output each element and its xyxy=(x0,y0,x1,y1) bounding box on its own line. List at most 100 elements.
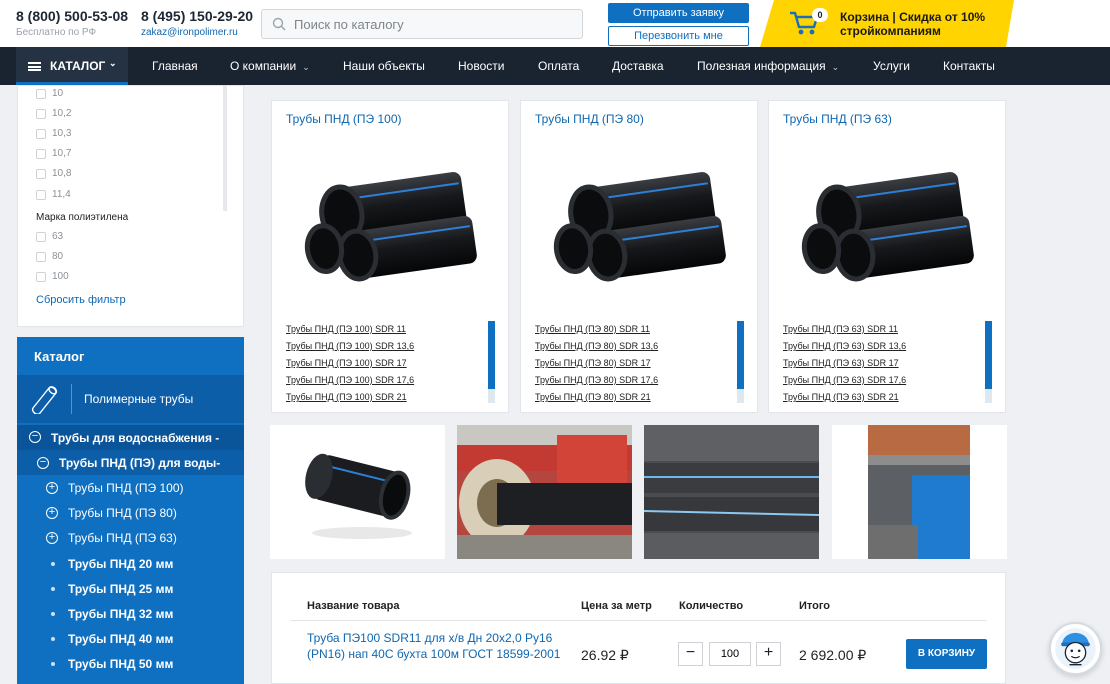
filter-option[interactable]: 10,8 xyxy=(36,168,71,182)
collapse-icon[interactable]: − xyxy=(37,457,49,469)
filter-scrollbar[interactable] xyxy=(223,86,227,211)
card-title[interactable]: Трубы ПНД (ПЭ 80) xyxy=(535,112,644,126)
card-link[interactable]: Трубы ПНД (ПЭ 100) SDR 17 xyxy=(286,355,486,372)
checkbox[interactable] xyxy=(36,251,46,262)
checkbox[interactable] xyxy=(36,189,46,200)
callback-button[interactable]: Перезвонить мне xyxy=(608,26,749,46)
expand-icon[interactable]: + xyxy=(46,507,58,519)
filter-option[interactable]: 80 xyxy=(36,251,63,265)
card-link[interactable]: Трубы ПНД (ПЭ 80) SDR 13,6 xyxy=(535,338,735,355)
card-link[interactable]: Трубы ПНД (ПЭ 100) SDR 13,6 xyxy=(286,338,486,355)
quantity-increase-button[interactable]: + xyxy=(756,642,781,666)
filter-option[interactable]: 100 xyxy=(36,271,69,285)
nav-item-label: Полезная информация xyxy=(697,59,826,73)
cart-text[interactable]: Корзина | Скидка от 10% стройкомпаниям xyxy=(840,10,1000,38)
gallery-photo-factory[interactable] xyxy=(457,425,632,559)
nav-item-payment[interactable]: Оплата xyxy=(538,59,579,73)
nav-item-objects[interactable]: Наши объекты xyxy=(343,59,425,73)
card-link[interactable]: Трубы ПНД (ПЭ 63) SDR 11 xyxy=(783,321,983,338)
collapse-icon[interactable]: − xyxy=(29,431,41,443)
catalog-item-pnd-water[interactable]: − Трубы ПНД (ПЭ) для воды- xyxy=(17,450,244,475)
card-link[interactable]: Трубы ПНД (ПЭ 63) SDR 17,6 xyxy=(783,372,983,389)
filter-option[interactable]: 10,3 xyxy=(36,128,71,142)
expand-icon[interactable]: + xyxy=(46,482,58,494)
catalog-item-20mm[interactable]: Трубы ПНД 20 мм xyxy=(17,551,244,576)
pipes-image[interactable] xyxy=(541,151,739,301)
catalog-item-50mm[interactable]: Трубы ПНД 50 мм xyxy=(17,651,244,676)
catalog-item-pe80[interactable]: + Трубы ПНД (ПЭ 80) xyxy=(17,500,244,525)
checkbox[interactable] xyxy=(36,231,46,242)
search-box[interactable] xyxy=(261,9,583,39)
pipes-image[interactable] xyxy=(292,151,490,301)
checkbox[interactable] xyxy=(36,148,46,159)
email-link[interactable]: zakaz@ironpolimer.ru xyxy=(141,27,253,38)
gallery-photo-stack[interactable] xyxy=(644,425,819,559)
reset-filter-link[interactable]: Сбросить фильтр xyxy=(36,294,126,306)
catalog-item-water[interactable]: − Трубы для водоснабжения - xyxy=(17,425,244,450)
card-link[interactable]: Трубы ПНД (ПЭ 100) SDR 21 xyxy=(286,389,486,406)
product-name-link[interactable]: Труба ПЭ100 SDR11 для х/в Дн 20х2,0 Ру16… xyxy=(307,630,572,662)
nav-item-home[interactable]: Главная xyxy=(152,59,198,73)
nav-item-services[interactable]: Услуги xyxy=(873,59,910,73)
card-link[interactable]: Трубы ПНД (ПЭ 80) SDR 17,6 xyxy=(535,372,735,389)
checkbox[interactable] xyxy=(36,108,46,119)
card-scrollbar[interactable] xyxy=(985,321,992,403)
send-request-button[interactable]: Отправить заявку xyxy=(608,3,749,23)
chat-widget-icon[interactable] xyxy=(1049,622,1102,675)
checkbox[interactable] xyxy=(36,168,46,179)
gallery-photo-pipe[interactable] xyxy=(270,425,445,559)
filter-option[interactable]: 10 xyxy=(36,88,63,102)
expand-icon[interactable]: + xyxy=(46,532,58,544)
add-to-cart-button[interactable]: В КОРЗИНУ xyxy=(906,639,987,669)
nav-item-about[interactable]: О компании ⌄ xyxy=(230,59,310,73)
catalog-item-32mm[interactable]: Трубы ПНД 32 мм xyxy=(17,601,244,626)
column-header-name: Название товара xyxy=(307,600,400,612)
card-title[interactable]: Трубы ПНД (ПЭ 100) xyxy=(286,112,402,126)
phone-free[interactable]: 8 (800) 500-53-08 xyxy=(16,8,128,24)
nav-item-news[interactable]: Новости xyxy=(458,59,504,73)
filter-option[interactable]: 11,4 xyxy=(36,189,71,203)
checkbox[interactable] xyxy=(36,271,46,282)
scrollbar-thumb[interactable] xyxy=(737,321,744,389)
filter-option[interactable]: 10,7 xyxy=(36,148,71,162)
nav-item-delivery[interactable]: Доставка xyxy=(612,59,664,73)
card-link[interactable]: Трубы ПНД (ПЭ 63) SDR 13,6 xyxy=(783,338,983,355)
divider xyxy=(71,384,72,414)
quantity-decrease-button[interactable]: − xyxy=(678,642,703,666)
card-scrollbar[interactable] xyxy=(737,321,744,403)
card-link[interactable]: Трубы ПНД (ПЭ 80) SDR 21 xyxy=(535,389,735,406)
catalog-item-pe63[interactable]: + Трубы ПНД (ПЭ 63) xyxy=(17,525,244,550)
card-links: Трубы ПНД (ПЭ 80) SDR 11 Трубы ПНД (ПЭ 8… xyxy=(535,321,735,406)
gallery-photo-warehouse[interactable] xyxy=(832,425,1007,559)
scrollbar-thumb[interactable] xyxy=(985,321,992,389)
pipes-image[interactable] xyxy=(789,151,987,301)
card-title[interactable]: Трубы ПНД (ПЭ 63) xyxy=(783,112,892,126)
filter-option[interactable]: 10,2 xyxy=(36,108,71,122)
phone-block-2: 8 (495) 150-29-20 zakaz@ironpolimer.ru xyxy=(141,8,253,38)
scrollbar-thumb[interactable] xyxy=(488,321,495,389)
card-link[interactable]: Трубы ПНД (ПЭ 100) SDR 17,6 xyxy=(286,372,486,389)
catalog-item-label: Трубы ПНД 40 мм xyxy=(68,632,174,646)
search-input[interactable] xyxy=(294,10,574,38)
card-link[interactable]: Трубы ПНД (ПЭ 63) SDR 17 xyxy=(783,355,983,372)
checkbox[interactable] xyxy=(36,128,46,139)
catalog-item-25mm[interactable]: Трубы ПНД 25 мм xyxy=(17,576,244,601)
bullet-icon xyxy=(51,562,55,566)
filter-option[interactable]: 63 xyxy=(36,231,63,245)
card-link[interactable]: Трубы ПНД (ПЭ 63) SDR 21 xyxy=(783,389,983,406)
quantity-input[interactable] xyxy=(709,642,751,666)
phone-block-1: 8 (800) 500-53-08 Бесплатно по РФ xyxy=(16,8,128,38)
nav-item-contacts[interactable]: Контакты xyxy=(943,59,995,73)
card-link[interactable]: Трубы ПНД (ПЭ 100) SDR 11 xyxy=(286,321,486,338)
phone-moscow[interactable]: 8 (495) 150-29-20 xyxy=(141,8,253,24)
card-link[interactable]: Трубы ПНД (ПЭ 80) SDR 11 xyxy=(535,321,735,338)
card-scrollbar[interactable] xyxy=(488,321,495,403)
nav-item-useful-info[interactable]: Полезная информация ⌄ xyxy=(697,59,839,73)
catalog-item-pe100[interactable]: + Трубы ПНД (ПЭ 100) xyxy=(17,475,244,500)
catalog-item-40mm[interactable]: Трубы ПНД 40 мм xyxy=(17,626,244,651)
catalog-menu-button[interactable]: КАТАЛОГ ⌄ xyxy=(16,47,128,85)
card-link[interactable]: Трубы ПНД (ПЭ 80) SDR 17 xyxy=(535,355,735,372)
checkbox[interactable] xyxy=(36,88,46,99)
catalog-section-polymer[interactable]: Полимерные трубы xyxy=(17,375,244,423)
cart-banner[interactable]: 0 Корзина | Скидка от 10% стройкомпаниям xyxy=(760,0,1014,47)
